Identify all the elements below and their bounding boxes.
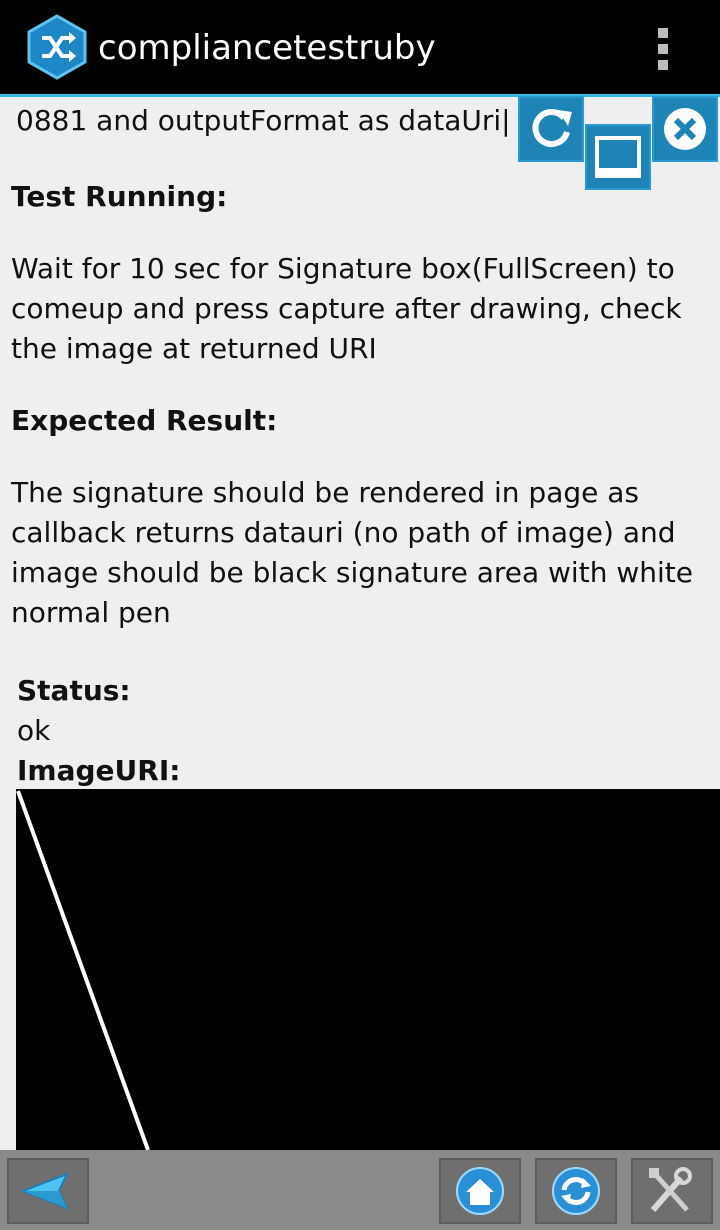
minimize-icon — [595, 136, 641, 178]
refresh-button[interactable] — [518, 96, 584, 162]
close-button[interactable] — [652, 96, 718, 162]
action-bar: compliancetestruby — [0, 0, 720, 97]
signature-image — [16, 789, 720, 1150]
test-running-heading: Test Running: — [11, 180, 228, 213]
app-title: compliancetestruby — [98, 28, 436, 68]
overflow-menu-icon[interactable] — [650, 24, 678, 74]
image-uri-label: ImageURI: — [17, 754, 181, 787]
input-text-line[interactable]: 0881 and outputFormat as dataUri| — [16, 101, 511, 141]
expected-result-heading: Expected Result: — [11, 404, 278, 437]
back-arrow-icon — [20, 1172, 69, 1210]
bottom-toolbar — [0, 1150, 720, 1230]
status-value: ok — [17, 714, 51, 747]
web-content[interactable]: 0881 and outputFormat as dataUri| Test R… — [0, 97, 720, 1150]
sync-icon — [552, 1167, 600, 1215]
status-label: Status: — [17, 674, 131, 707]
close-icon — [664, 108, 706, 150]
sync-button[interactable] — [535, 1158, 617, 1224]
shuffle-icon[interactable] — [26, 14, 88, 80]
expected-result-text: The signature should be rendered in page… — [11, 476, 693, 629]
tools-button[interactable] — [631, 1158, 713, 1224]
back-button[interactable] — [7, 1158, 89, 1224]
test-running-text: Wait for 10 sec for Signature box(FullSc… — [11, 252, 682, 365]
refresh-icon — [532, 109, 572, 147]
home-icon — [456, 1167, 504, 1215]
tools-icon — [649, 1167, 692, 1212]
minimize-button[interactable] — [585, 124, 651, 190]
home-button[interactable] — [439, 1158, 521, 1224]
